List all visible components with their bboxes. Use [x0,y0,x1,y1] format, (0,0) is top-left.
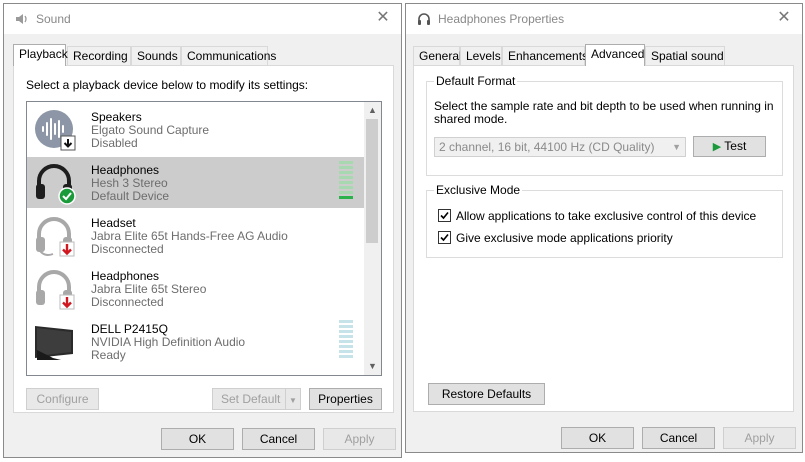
tab-spatial-sound[interactable]: Spatial sound [645,46,725,65]
device-description: Elgato Sound Capture [91,123,210,137]
checkmark-icon [440,211,449,220]
headset-icon [33,214,77,258]
device-description: Jabra Elite 65t Stereo [91,282,207,296]
test-button-label: Test [724,139,747,153]
group-title: Default Format [434,74,518,88]
speaker-waveform-icon [33,108,77,152]
tab-advanced[interactable]: Advanced [585,44,645,66]
device-row-headset[interactable]: Headset Jabra Elite 65t Hands-Free AG Au… [27,210,366,261]
headphones-icon [33,267,77,311]
sound-titlebar[interactable]: Sound ✕ [4,4,401,34]
device-description: NVIDIA High Definition Audio [91,335,246,349]
scroll-thumb[interactable] [366,119,378,243]
tab-playback[interactable]: Playback [13,44,68,66]
properties-titlebar[interactable]: Headphones Properties ✕ [406,4,802,34]
group-title: Exclusive Mode [434,183,523,197]
device-row-speakers[interactable]: Speakers Elgato Sound Capture Disabled [27,104,366,155]
chevron-down-icon: ▼ [672,142,681,152]
tab-enhancements[interactable]: Enhancements [502,46,588,65]
headphones-icon [33,161,77,205]
exclusive-control-label[interactable]: Allow applications to take exclusive con… [456,209,756,223]
headphones-icon [416,11,432,27]
monitor-icon [33,320,77,364]
set-default-dropdown[interactable]: ▼ [285,388,301,410]
properties-tabs: General Levels Enhancements Advanced Spa… [413,44,793,66]
tab-sounds[interactable]: Sounds [131,46,181,65]
device-name: Headphones [91,163,160,177]
exclusive-mode-group: Exclusive Mode Allow applications to tak… [426,183,783,258]
set-default-button[interactable]: Set Default [212,388,286,410]
ok-button[interactable]: OK [161,428,234,450]
scroll-up-icon[interactable]: ▲ [364,102,381,119]
device-row-headphones-jabra[interactable]: Headphones Jabra Elite 65t Stereo Discon… [27,263,366,314]
checkmark-icon [440,233,449,242]
ok-button[interactable]: OK [561,427,634,449]
tab-levels[interactable]: Levels [460,46,502,65]
apply-button[interactable]: Apply [323,428,396,450]
cancel-button[interactable]: Cancel [642,427,715,449]
tab-communications[interactable]: Communications [181,46,276,65]
sound-dialog: Sound ✕ Playback Recording Sounds Commun… [3,3,402,458]
device-status: Disconnected [91,242,164,256]
device-status: Disabled [91,136,138,150]
device-description: Hesh 3 Stereo [91,176,168,190]
device-name: Headphones [91,269,160,283]
close-icon[interactable]: ✕ [375,10,391,26]
device-name: DELL P2415Q [91,322,168,336]
device-name: Speakers [91,110,142,124]
configure-button[interactable]: Configure [26,388,99,410]
volume-meter [339,320,353,360]
device-status: Disconnected [91,295,164,309]
exclusive-priority-label[interactable]: Give exclusive mode applications priorit… [456,231,673,245]
tab-general[interactable]: General [413,46,462,65]
device-row-headphones-hesh[interactable]: Headphones Hesh 3 Stereo Default Device [27,157,366,208]
sound-tabs: Playback Recording Sounds Communications [13,44,393,66]
speaker-icon [14,11,30,27]
restore-defaults-button[interactable]: Restore Defaults [428,383,545,405]
format-select-value: 2 channel, 16 bit, 44100 Hz (CD Quality) [439,140,655,154]
properties-button[interactable]: Properties [309,388,382,410]
chevron-down-icon: ▼ [289,396,297,405]
exclusive-control-checkbox[interactable] [438,209,451,222]
device-list-scrollbar[interactable]: ▲ ▼ [364,102,381,375]
device-status: Default Device [91,189,170,203]
play-icon: ▶ [712,141,722,153]
window-title: Headphones Properties [438,12,565,26]
headphones-properties-dialog: Headphones Properties ✕ General Levels E… [405,3,803,453]
device-description: Jabra Elite 65t Hands-Free AG Audio [91,229,288,243]
cancel-button[interactable]: Cancel [242,428,315,450]
instruction-text: Select a playback device below to modify… [26,78,309,92]
default-format-group: Default Format Select the sample rate an… [426,74,783,176]
volume-meter [339,161,353,201]
tab-recording[interactable]: Recording [67,46,131,65]
close-icon[interactable]: ✕ [776,10,792,26]
device-list[interactable]: Speakers Elgato Sound Capture Disabled H… [26,101,382,376]
test-button[interactable]: ▶ Test [693,136,766,157]
device-row-dell-monitor[interactable]: DELL P2415Q NVIDIA High Definition Audio… [27,316,366,367]
scroll-down-icon[interactable]: ▼ [364,358,381,375]
exclusive-priority-checkbox[interactable] [438,231,451,244]
advanced-panel: Default Format Select the sample rate an… [413,65,794,412]
default-format-description: Select the sample rate and bit depth to … [434,99,774,126]
format-select[interactable]: 2 channel, 16 bit, 44100 Hz (CD Quality)… [434,137,686,157]
window-title: Sound [36,12,71,26]
device-status: Ready [91,348,126,362]
apply-button[interactable]: Apply [723,427,796,449]
device-name: Headset [91,216,136,230]
